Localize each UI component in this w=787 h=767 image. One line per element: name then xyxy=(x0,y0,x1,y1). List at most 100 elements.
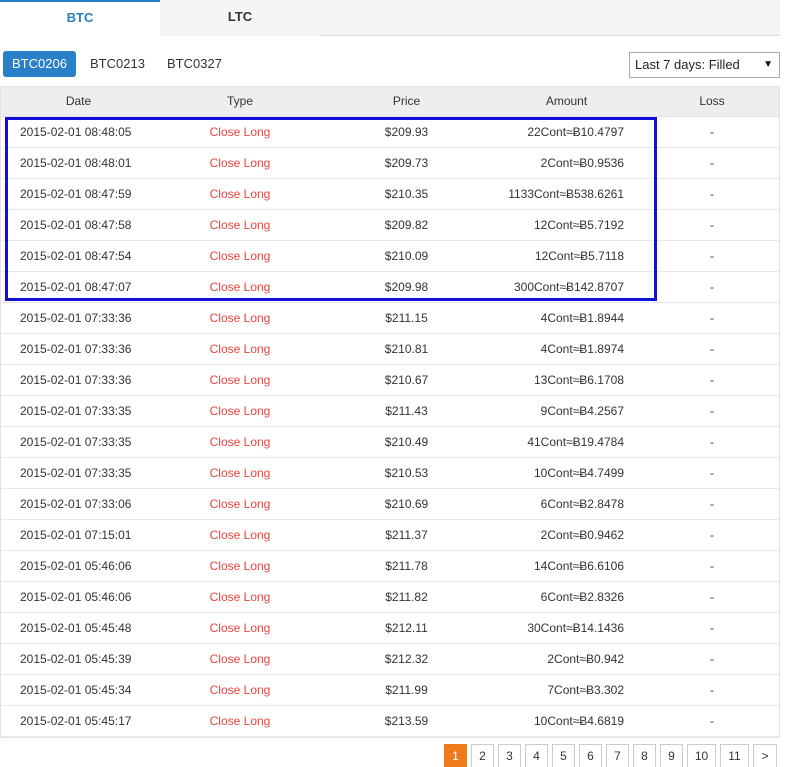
cell-type: Close Long xyxy=(209,280,271,294)
page-button-9[interactable]: 9 xyxy=(660,744,683,767)
cell-price: $210.81 xyxy=(384,342,429,356)
cell-date: 2015-02-01 05:45:17 xyxy=(20,714,132,728)
cell-amount: 9Cont≈Ƀ4.2567 xyxy=(540,404,624,418)
cell-type: Close Long xyxy=(209,311,271,325)
cell-loss: - xyxy=(710,373,714,387)
cell-loss: - xyxy=(710,714,714,728)
cell-date: 2015-02-01 07:33:36 xyxy=(20,311,132,325)
cell-loss: - xyxy=(710,280,714,294)
cell-type: Close Long xyxy=(209,187,271,201)
cell-price: $212.32 xyxy=(384,652,429,666)
cell-loss: - xyxy=(710,466,714,480)
cell-amount: 2Cont≈Ƀ0.9536 xyxy=(540,156,624,170)
table-row: 2015-02-01 05:46:06 Close Long $211.82 6Con… xyxy=(1,582,779,613)
cell-price: $210.35 xyxy=(384,187,429,201)
tab-btc[interactable]: BTC xyxy=(0,0,160,37)
cell-price: $209.98 xyxy=(384,280,429,294)
cell-type: Close Long xyxy=(209,404,271,418)
cell-amount: 12Cont≈Ƀ5.7118 xyxy=(534,249,624,263)
cell-date: 2015-02-01 08:48:05 xyxy=(20,125,132,139)
next-page-button[interactable]: > xyxy=(753,744,777,767)
cell-date: 2015-02-01 07:33:36 xyxy=(20,342,132,356)
tab-ltc[interactable]: LTC xyxy=(160,0,320,36)
table-row: 2015-02-01 07:33:36 Close Long $210.67 13Co… xyxy=(1,365,779,396)
page-button-6[interactable]: 6 xyxy=(579,744,602,767)
table-body: 2015-02-01 08:48:05 Close Long $209.93 22Co… xyxy=(1,117,779,737)
cell-price: $212.11 xyxy=(385,621,428,635)
cell-type: Close Long xyxy=(209,590,271,604)
page-button-3[interactable]: 3 xyxy=(498,744,521,767)
cell-type: Close Long xyxy=(209,528,271,542)
cell-type: Close Long xyxy=(209,342,271,356)
cell-amount: 12Cont≈Ƀ5.7192 xyxy=(534,218,624,232)
table-row: 2015-02-01 08:48:01 Close Long $209.73 2Con… xyxy=(1,148,779,179)
page-button-4[interactable]: 4 xyxy=(525,744,548,767)
cell-type: Close Long xyxy=(209,125,271,139)
cell-amount: 22Cont≈Ƀ10.4797 xyxy=(527,125,624,139)
cell-amount: 10Cont≈Ƀ4.6819 xyxy=(534,714,624,728)
table-row: 2015-02-01 07:15:01 Close Long $211.37 2Con… xyxy=(1,520,779,551)
cell-amount: 41Cont≈Ƀ19.4784 xyxy=(527,435,624,449)
cell-type: Close Long xyxy=(209,249,271,263)
page-button-10[interactable]: 10 xyxy=(687,744,716,767)
page-button-5[interactable]: 5 xyxy=(552,744,575,767)
cell-date: 2015-02-01 08:48:01 xyxy=(20,156,132,170)
table-row: 2015-02-01 08:48:05 Close Long $209.93 22Co… xyxy=(1,117,779,148)
table-row: 2015-02-01 05:46:06 Close Long $211.78 14Co… xyxy=(1,551,779,582)
cell-price: $210.69 xyxy=(384,497,429,511)
cell-type: Close Long xyxy=(209,714,271,728)
table-row: 2015-02-01 05:45:48 Close Long $212.11 30Co… xyxy=(1,613,779,644)
cell-amount: 2Cont≈Ƀ0.9462 xyxy=(540,528,624,542)
cell-amount: 6Cont≈Ƀ2.8478 xyxy=(540,497,624,511)
cell-loss: - xyxy=(710,497,714,511)
contract-tab-btc0206[interactable]: BTC0206 xyxy=(3,51,76,77)
cell-date: 2015-02-01 08:47:59 xyxy=(20,187,132,201)
cell-date: 2015-02-01 07:33:36 xyxy=(20,373,132,387)
table-row: 2015-02-01 07:33:36 Close Long $211.15 4Con… xyxy=(1,303,779,334)
cell-loss: - xyxy=(710,652,714,666)
cell-price: $211.37 xyxy=(385,528,428,542)
cell-loss: - xyxy=(710,187,714,201)
cell-loss: - xyxy=(710,249,714,263)
cell-loss: - xyxy=(710,156,714,170)
cell-loss: - xyxy=(710,342,714,356)
page-button-1[interactable]: 1 xyxy=(444,744,467,767)
cell-type: Close Long xyxy=(209,218,271,232)
page-button-2[interactable]: 2 xyxy=(471,744,494,767)
cell-date: 2015-02-01 08:47:54 xyxy=(20,249,132,263)
cell-type: Close Long xyxy=(209,497,271,511)
table-row: 2015-02-01 08:47:07 Close Long $209.98 300C… xyxy=(1,272,779,303)
trade-history-table: Date Type Price Amount Loss 2015-02-01 0… xyxy=(0,86,780,738)
cell-price: $211.78 xyxy=(385,559,428,573)
table-row: 2015-02-01 08:47:58 Close Long $209.82 12Co… xyxy=(1,210,779,241)
page-button-8[interactable]: 8 xyxy=(633,744,656,767)
period-filter-select[interactable]: Last 7 days: Filled ▼ xyxy=(629,52,780,78)
cell-price: $209.82 xyxy=(384,218,429,232)
cell-amount: 6Cont≈Ƀ2.8326 xyxy=(540,590,624,604)
contract-tab-btc0213[interactable]: BTC0213 xyxy=(81,51,154,77)
cell-type: Close Long xyxy=(209,466,271,480)
cell-date: 2015-02-01 05:46:06 xyxy=(20,559,132,573)
cell-price: $211.15 xyxy=(385,311,428,325)
table-row: 2015-02-01 05:45:34 Close Long $211.99 7Con… xyxy=(1,675,779,706)
cell-type: Close Long xyxy=(209,621,271,635)
contract-tab-btc0327[interactable]: BTC0327 xyxy=(158,51,231,77)
cell-date: 2015-02-01 05:45:39 xyxy=(20,652,132,666)
cell-type: Close Long xyxy=(209,156,271,170)
cell-loss: - xyxy=(710,435,714,449)
cell-price: $209.93 xyxy=(384,125,429,139)
cell-amount: 13Cont≈Ƀ6.1708 xyxy=(534,373,624,387)
cell-date: 2015-02-01 05:45:34 xyxy=(20,683,132,697)
cell-price: $213.59 xyxy=(384,714,429,728)
table-row: 2015-02-01 07:33:35 Close Long $211.43 9Con… xyxy=(1,396,779,427)
cell-loss: - xyxy=(710,559,714,573)
page-button-7[interactable]: 7 xyxy=(606,744,629,767)
cell-date: 2015-02-01 08:47:07 xyxy=(20,280,132,294)
cell-loss: - xyxy=(710,404,714,418)
page-button-11[interactable]: 11 xyxy=(720,744,749,767)
cell-date: 2015-02-01 07:15:01 xyxy=(20,528,132,542)
cell-price: $210.67 xyxy=(384,373,429,387)
cell-amount: 10Cont≈Ƀ4.7499 xyxy=(534,466,624,480)
cell-price: $210.09 xyxy=(384,249,429,263)
cell-date: 2015-02-01 07:33:35 xyxy=(20,435,132,449)
